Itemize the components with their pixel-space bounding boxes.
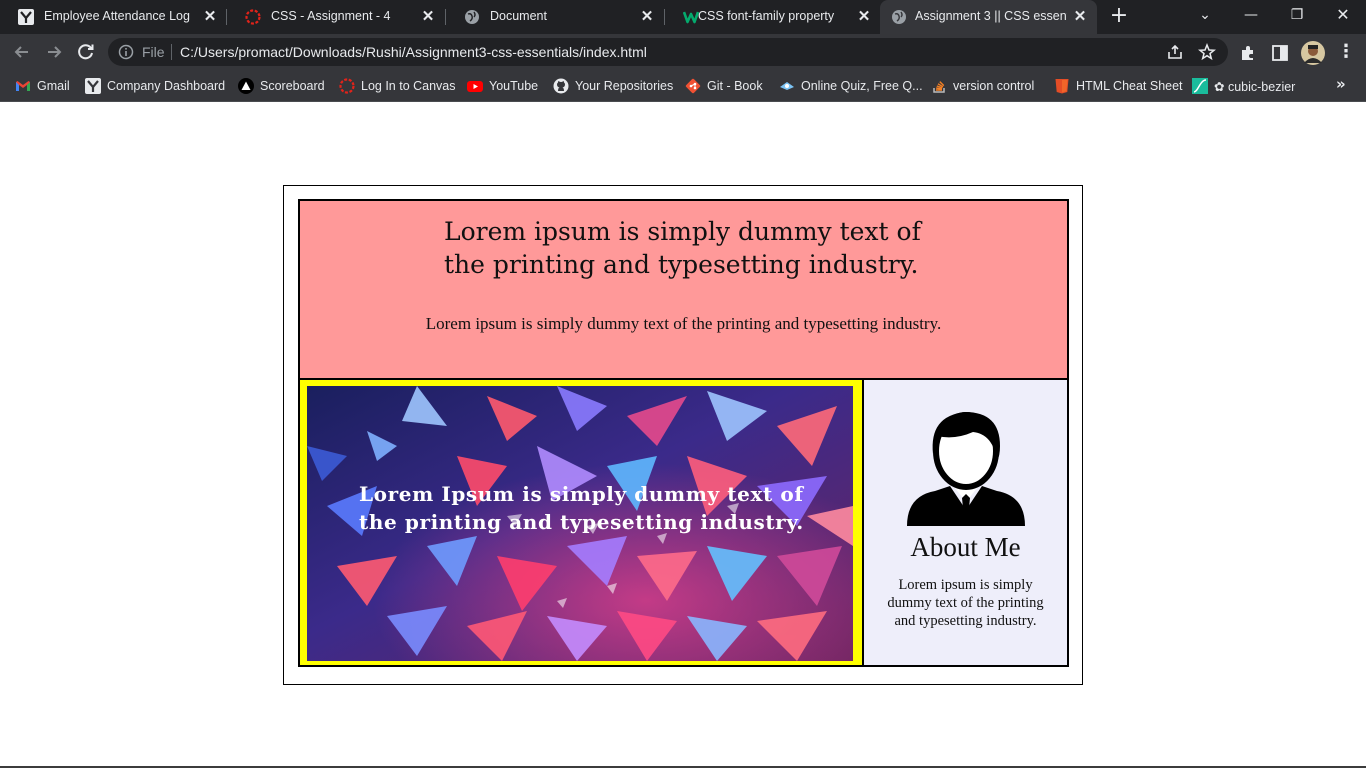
tab-close-icon[interactable]: ✕ — [201, 8, 219, 26]
bookmark-online-quiz[interactable]: Online Quiz, Free Q... — [779, 77, 923, 95]
tab-css-assignment-4[interactable]: CSS - Assignment - 4 ✕ — [227, 0, 445, 34]
bookmark-star-icon[interactable] — [1198, 43, 1216, 61]
browser-tab-strip: Employee Attendance Log ✕ CSS - Assignme… — [0, 0, 1366, 34]
banner-image: Lorem Ipsum is simply dummy text of the … — [307, 386, 853, 661]
tab-document[interactable]: Document ✕ — [446, 0, 664, 34]
triangle-icon — [238, 78, 254, 94]
bookmark-label: Company Dashboard — [107, 79, 226, 93]
url-text[interactable]: C:/Users/promact/Downloads/Rushi/Assignm… — [180, 44, 647, 60]
youtube-icon — [467, 81, 483, 92]
bookmark-company-dashboard[interactable]: Company Dashboard — [85, 77, 225, 95]
tab-title: CSS font-family property — [698, 9, 835, 23]
bookmark-label: Online Quiz, Free Q... — [801, 79, 923, 93]
page-container: Lorem ipsum is simply dummy text of the … — [283, 185, 1083, 685]
bookmark-version-control[interactable]: version control — [931, 77, 1034, 95]
tab-close-icon[interactable]: ✕ — [638, 8, 656, 26]
about-me-text: Lorem ipsum is simply dummy text of the … — [887, 577, 1044, 629]
tab-title: Document — [490, 9, 547, 23]
extensions-puzzle-icon[interactable] — [1238, 43, 1258, 63]
page-subtitle: Lorem ipsum is simply dummy text of the … — [425, 314, 942, 333]
tab-close-icon[interactable]: ✕ — [855, 8, 873, 26]
about-me-section: About Me Lorem ipsum is simply dummy tex… — [862, 378, 1069, 667]
github-icon — [553, 78, 569, 94]
banner-section: Lorem Ipsum is simply dummy text of the … — [298, 378, 864, 667]
header-section: Lorem ipsum is simply dummy text of the … — [298, 199, 1069, 380]
y-logo-icon — [85, 78, 101, 94]
bookmark-log-in-to-canvas[interactable]: Log In to Canvas — [339, 77, 456, 95]
address-bar[interactable]: File C:/Users/promact/Downloads/Rushi/As… — [108, 38, 1228, 66]
tab-assignment-3[interactable]: Assignment 3 || CSS essential ✕ — [880, 0, 1097, 34]
tab-employee-attendance-log[interactable]: Employee Attendance Log ✕ — [0, 0, 226, 34]
bookmark-scoreboard[interactable]: Scoreboard — [238, 77, 325, 95]
bookmark-label: YouTube — [489, 79, 539, 93]
minimize-button[interactable]: — — [1228, 0, 1274, 30]
bookmark-gmail[interactable]: Gmail — [15, 77, 70, 95]
omnibox-divider — [171, 44, 172, 60]
reload-icon[interactable] — [72, 38, 100, 66]
profile-avatar[interactable] — [1301, 41, 1325, 65]
bookmark-label: Your Repositories — [575, 79, 674, 93]
banner-caption: Lorem Ipsum is simply dummy text of the … — [359, 482, 804, 534]
share-icon[interactable] — [1166, 43, 1184, 61]
bookmark-label: HTML Cheat Sheet — [1076, 79, 1183, 93]
kebab-menu-icon[interactable]: ⋮ — [1336, 42, 1356, 62]
globe-icon — [465, 10, 479, 24]
w-logo-icon — [683, 11, 699, 24]
restore-button[interactable]: ❐ — [1274, 0, 1320, 30]
bookmark-label: Gmail — [37, 79, 70, 93]
bookmark-label: Log In to Canvas — [361, 79, 456, 93]
about-me-heading: About Me — [910, 532, 1021, 562]
bookmarks-bar: Gmail Company Dashboard Scoreboard Log I… — [0, 70, 1366, 102]
bookmark-label: Git - Book — [707, 79, 763, 93]
page-viewport: Lorem ipsum is simply dummy text of the … — [0, 102, 1366, 766]
tab-close-icon[interactable]: ✕ — [419, 8, 437, 26]
tab-css-font-family-property[interactable]: CSS font-family property ✕ — [665, 0, 881, 34]
html5-icon — [1055, 79, 1069, 94]
bookmark-html-cheat-sheet[interactable]: HTML Cheat Sheet — [1054, 77, 1183, 95]
bookmark-label: ✿ cubic-bezier — [1214, 79, 1296, 94]
y-logo-icon — [18, 9, 34, 25]
bookmark-git-book[interactable]: Git - Book — [685, 77, 763, 95]
bezier-icon — [1192, 78, 1208, 94]
tab-title: Assignment 3 || CSS essential — [915, 9, 1067, 23]
quiz-icon — [780, 82, 794, 90]
user-avatar-icon — [907, 412, 1025, 526]
tab-close-icon[interactable]: ✕ — [1071, 8, 1089, 26]
forward-arrow-icon[interactable] — [40, 38, 68, 66]
gmail-icon — [16, 81, 30, 91]
file-scheme-label: File — [142, 44, 165, 60]
canvas-icon — [245, 9, 261, 25]
tab-title: CSS - Assignment - 4 — [271, 9, 391, 23]
globe-icon — [892, 10, 906, 24]
close-window-button[interactable]: ✕ — [1320, 0, 1366, 30]
canvas-icon — [339, 78, 355, 94]
bookmark-label: version control — [953, 79, 1035, 93]
bookmark-label: Scoreboard — [260, 79, 325, 93]
new-tab-button[interactable]: + — [1108, 5, 1130, 28]
tab-title: Employee Attendance Log — [44, 9, 190, 23]
more-bookmarks-chevron-icon[interactable]: » — [1336, 75, 1346, 93]
page-title: Lorem ipsum is simply dummy text of the … — [444, 217, 921, 279]
side-panel-icon[interactable] — [1270, 43, 1290, 63]
git-icon — [685, 78, 701, 94]
back-arrow-icon[interactable] — [8, 38, 36, 66]
bookmark-your-repositories[interactable]: Your Repositories — [553, 77, 673, 95]
bookmark-youtube[interactable]: YouTube — [467, 77, 538, 95]
bookmark-cubic-bezier[interactable]: ✿ cubic-bezier — [1192, 77, 1295, 95]
info-icon[interactable] — [118, 44, 134, 60]
tab-search-chevron-down-icon[interactable]: ⌄ — [1182, 0, 1228, 30]
stackoverflow-icon — [933, 81, 945, 93]
